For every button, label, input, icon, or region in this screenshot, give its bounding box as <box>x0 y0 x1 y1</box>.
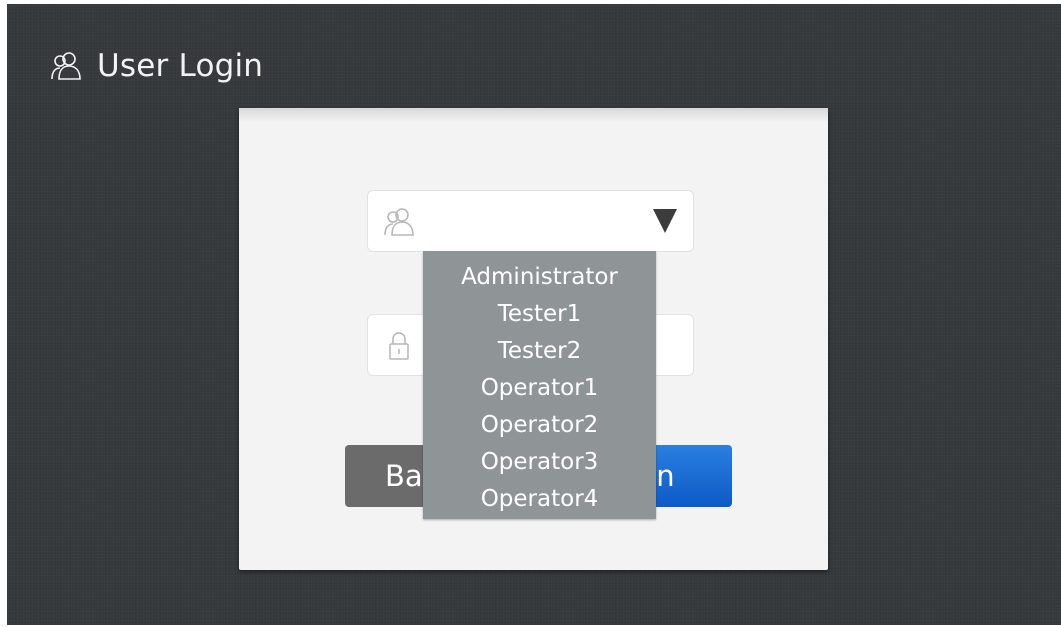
dropdown-option-operator3[interactable]: Operator3 <box>423 444 656 481</box>
lock-icon <box>382 329 416 363</box>
users-icon <box>49 49 83 83</box>
page-header: User Login <box>49 46 263 86</box>
dropdown-option-operator2[interactable]: Operator2 <box>423 407 656 444</box>
user-select[interactable] <box>367 190 694 252</box>
login-screen: User Login Back Administrator Tester1 Te… <box>7 4 1061 625</box>
triangle-down-icon[interactable] <box>653 209 677 233</box>
page-title: User Login <box>97 48 264 84</box>
dropdown-option-administrator[interactable]: Administrator <box>423 259 656 296</box>
dropdown-option-operator4[interactable]: Operator4 <box>423 481 656 518</box>
user-dropdown-list: Administrator Tester1 Tester2 Operator1 … <box>423 251 656 519</box>
users-icon <box>382 205 416 239</box>
dropdown-option-operator1[interactable]: Operator1 <box>423 370 656 407</box>
dropdown-option-tester2[interactable]: Tester2 <box>423 333 656 370</box>
dropdown-option-tester1[interactable]: Tester1 <box>423 296 656 333</box>
card-top-edge <box>239 108 828 122</box>
